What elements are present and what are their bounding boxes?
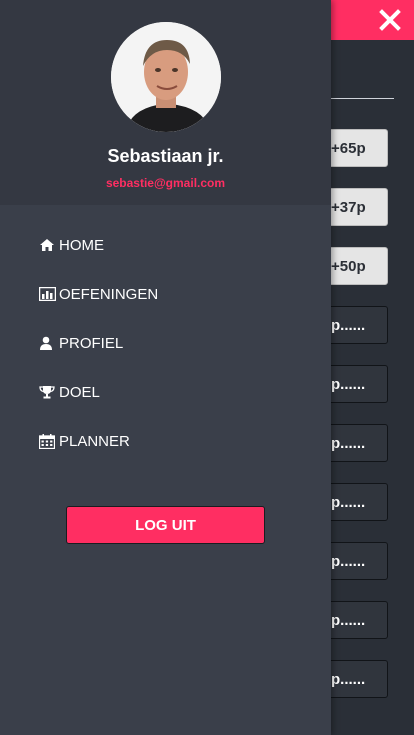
- exercise-points-button[interactable]: +65p: [322, 129, 388, 167]
- menu-item-label: OEFENINGEN: [59, 285, 159, 303]
- exercise-points-button[interactable]: p......: [322, 483, 388, 521]
- divider: [331, 98, 394, 99]
- exercise-points-button[interactable]: p......: [322, 365, 388, 403]
- menu-item-oefeningen[interactable]: OEFENINGEN: [39, 282, 158, 306]
- bar-chart-icon: [39, 286, 57, 302]
- user-email: sebastie@gmail.com: [105, 176, 226, 190]
- close-icon: [379, 9, 401, 31]
- logout-button[interactable]: LOG UIT: [66, 506, 265, 544]
- menu-item-label: HOME: [59, 236, 104, 254]
- exercise-points-button[interactable]: p......: [322, 306, 388, 344]
- menu-item-profiel[interactable]: PROFIEL: [39, 331, 123, 355]
- navigation-drawer: Sebastiaan jr. sebastie@gmail.com HOME O…: [0, 0, 331, 735]
- exercise-points-button[interactable]: p......: [322, 424, 388, 462]
- menu-item-planner[interactable]: PLANNER: [39, 429, 130, 453]
- trophy-icon: [39, 384, 57, 400]
- home-icon: [39, 237, 57, 253]
- exercise-points-button[interactable]: +50p: [322, 247, 388, 285]
- calendar-icon: [39, 433, 57, 449]
- avatar[interactable]: [111, 22, 221, 132]
- user-photo: [111, 22, 221, 132]
- exercise-points-button[interactable]: p......: [322, 542, 388, 580]
- menu-item-label: PLANNER: [59, 432, 130, 450]
- user-icon: [39, 335, 57, 351]
- menu-item-doel[interactable]: DOEL: [39, 380, 100, 404]
- menu-item-label: PROFIEL: [59, 334, 124, 352]
- menu-item-label: DOEL: [59, 383, 100, 401]
- user-name: Sebastiaan jr.: [107, 146, 224, 166]
- close-menu-button[interactable]: [374, 4, 406, 36]
- profile-header: Sebastiaan jr. sebastie@gmail.com: [0, 0, 331, 205]
- exercise-points-button[interactable]: +37p: [322, 188, 388, 226]
- exercise-points-button[interactable]: p......: [322, 660, 388, 698]
- exercise-points-button[interactable]: p......: [322, 601, 388, 639]
- menu-item-home[interactable]: HOME: [39, 233, 104, 257]
